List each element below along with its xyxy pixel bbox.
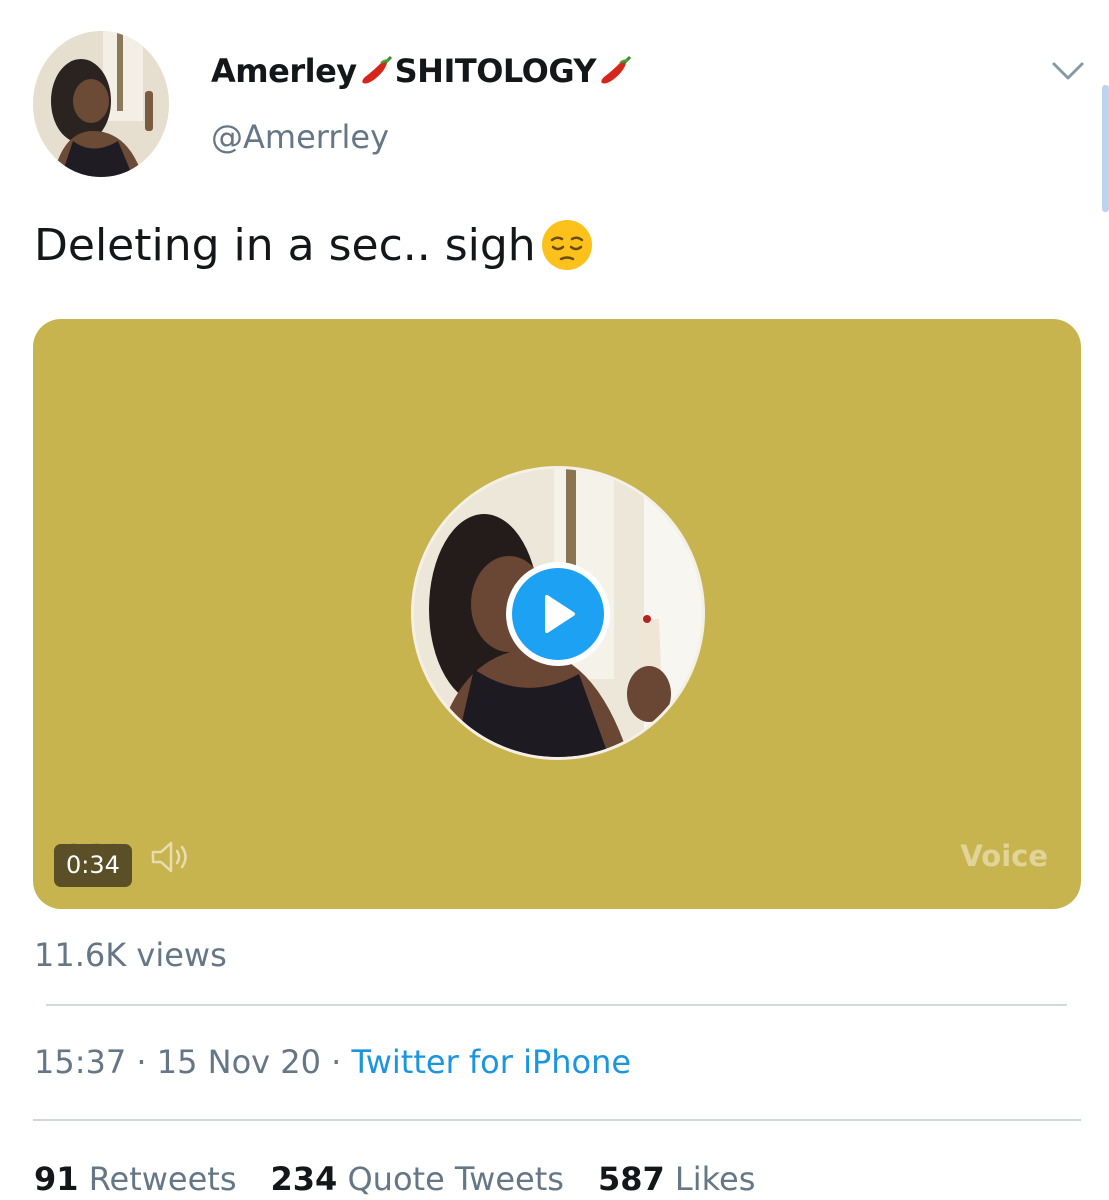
- voice-label: Voice: [960, 839, 1048, 873]
- duration-badge: 0:34: [54, 844, 132, 887]
- tweet-text-content: Deleting in a sec.. sigh: [34, 219, 536, 271]
- avatar[interactable]: [33, 31, 169, 177]
- meta-separator: ·: [136, 1043, 147, 1081]
- user-handle[interactable]: @Amerrley: [211, 118, 389, 156]
- display-name[interactable]: Amerley SHITOLOGY: [211, 52, 634, 90]
- likes-stat[interactable]: 587 Likes: [598, 1160, 755, 1198]
- likes-label: Likes: [674, 1160, 756, 1198]
- chevron-down-icon[interactable]: [1050, 58, 1086, 84]
- tweet-detail: Amerley SHITOLOGY @Amerrley Deleting in …: [0, 0, 1109, 1200]
- tweet-date[interactable]: 15 Nov 20: [157, 1043, 321, 1081]
- tweet-stats: 91 Retweets 234 Quote Tweets 587 Likes: [34, 1160, 789, 1198]
- hot-pepper-icon: [361, 55, 392, 84]
- meta-separator: ·: [331, 1043, 342, 1081]
- tweet-source-link[interactable]: Twitter for iPhone: [351, 1043, 631, 1081]
- play-icon: [512, 568, 604, 660]
- quote-tweets-stat[interactable]: 234 Quote Tweets: [271, 1160, 564, 1198]
- speaker-icon[interactable]: [149, 839, 193, 875]
- display-name-part2: SHITOLOGY: [394, 52, 597, 90]
- divider: [33, 1119, 1081, 1121]
- retweets-stat[interactable]: 91 Retweets: [34, 1160, 237, 1198]
- voice-media-card[interactable]: 0:34 0:34 Voice: [33, 319, 1081, 909]
- pensive-face-icon: [541, 220, 592, 270]
- tweet-time[interactable]: 15:37: [34, 1043, 126, 1081]
- quote-tweets-label: Quote Tweets: [347, 1160, 564, 1198]
- tweet-meta: 15:37 · 15 Nov 20 · Twitter for iPhone: [34, 1043, 631, 1081]
- retweets-count: 91: [34, 1160, 79, 1198]
- divider: [46, 1004, 1067, 1006]
- view-count[interactable]: 11.6K views: [34, 936, 227, 974]
- likes-count: 587: [597, 1160, 665, 1198]
- hot-pepper-icon: [601, 55, 632, 84]
- play-button[interactable]: [506, 562, 610, 666]
- display-name-part1: Amerley: [211, 52, 357, 90]
- tweet-text: Deleting in a sec.. sigh: [34, 218, 594, 272]
- retweets-label: Retweets: [88, 1160, 237, 1198]
- quote-tweets-count: 234: [270, 1160, 338, 1198]
- avatar-photo: [33, 31, 169, 177]
- scrollbar[interactable]: [1102, 85, 1109, 212]
